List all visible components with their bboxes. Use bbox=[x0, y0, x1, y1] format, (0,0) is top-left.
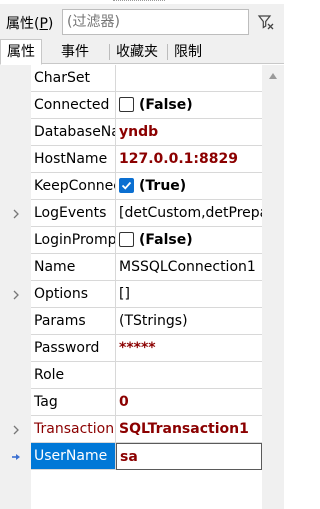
property-value[interactable]: yndb bbox=[116, 119, 262, 146]
tab-events[interactable]: 事件 bbox=[55, 41, 95, 65]
row-gutter bbox=[0, 119, 31, 146]
chevron-right-icon[interactable] bbox=[0, 281, 31, 308]
property-value-text: (False) bbox=[139, 232, 193, 248]
property-name[interactable]: DatabaseName bbox=[31, 119, 116, 146]
property-name[interactable]: KeepConnection bbox=[31, 173, 116, 200]
property-name[interactable]: Connected bbox=[31, 92, 116, 119]
property-row[interactable]: Name MSSQLConnection1 bbox=[0, 254, 262, 281]
property-value[interactable]: [] bbox=[116, 281, 262, 308]
property-value[interactable]: 0 bbox=[116, 389, 262, 416]
tab-properties[interactable]: 属性 bbox=[0, 39, 42, 65]
row-gutter bbox=[0, 173, 31, 200]
row-gutter bbox=[0, 92, 31, 119]
scroll-up-icon[interactable] bbox=[262, 65, 284, 87]
property-row[interactable]: Options[] bbox=[0, 281, 262, 308]
property-grid: CharSetConnected (False) DatabaseNameyndbH… bbox=[0, 65, 284, 509]
row-gutter bbox=[0, 254, 31, 281]
row-gutter bbox=[0, 362, 31, 389]
filter-label: 属性(P) bbox=[6, 16, 54, 32]
property-value[interactable] bbox=[116, 65, 262, 92]
property-name[interactable]: Params bbox=[31, 308, 116, 335]
filter-bar: 属性(P) bbox=[0, 4, 284, 38]
row-gutter bbox=[0, 308, 31, 335]
property-value[interactable]: (True) bbox=[116, 173, 262, 200]
property-name[interactable]: UserName bbox=[31, 443, 116, 470]
property-name[interactable]: Options bbox=[31, 281, 116, 308]
property-row[interactable]: Transaction SQLTransaction1 bbox=[0, 416, 262, 443]
property-value-text: (False) bbox=[139, 97, 193, 113]
property-row[interactable]: DatabaseNameyndb bbox=[0, 119, 262, 146]
property-name[interactable]: HostName bbox=[31, 146, 116, 173]
row-gutter bbox=[0, 227, 31, 254]
current-row-arrow-icon bbox=[0, 443, 31, 470]
row-gutter bbox=[0, 146, 31, 173]
property-row[interactable]: Role bbox=[0, 362, 262, 389]
property-value[interactable]: SQLTransaction1 bbox=[116, 416, 262, 443]
property-name[interactable]: CharSet bbox=[31, 65, 116, 92]
property-row[interactable]: Params (TStrings) bbox=[0, 308, 262, 335]
chevron-right-icon[interactable] bbox=[0, 200, 31, 227]
panel-grip[interactable] bbox=[113, 0, 165, 3]
property-row[interactable]: LogEvents[detCustom,detPrepare] bbox=[0, 200, 262, 227]
property-name[interactable]: Name bbox=[31, 254, 116, 281]
tab-bar: 属性 事件 收藏夹 限制 bbox=[0, 38, 284, 65]
checkbox-unchecked[interactable] bbox=[119, 231, 134, 247]
chevron-right-icon[interactable] bbox=[0, 416, 31, 443]
checkbox-checked[interactable] bbox=[119, 177, 134, 193]
vertical-scrollbar[interactable] bbox=[262, 65, 284, 509]
property-name[interactable]: Tag bbox=[31, 389, 116, 416]
filter-input[interactable] bbox=[62, 9, 249, 35]
property-row[interactable]: CharSet bbox=[0, 65, 262, 92]
property-value[interactable]: (False) bbox=[116, 92, 262, 119]
property-row[interactable]: Connected (False) bbox=[0, 92, 262, 119]
property-name[interactable]: LogEvents bbox=[31, 200, 116, 227]
property-row[interactable]: KeepConnection (True) bbox=[0, 173, 262, 200]
property-name[interactable]: Role bbox=[31, 362, 116, 389]
property-row[interactable]: Password ***** bbox=[0, 335, 262, 362]
row-gutter bbox=[0, 65, 31, 92]
tab-favorites[interactable]: 收藏夹 bbox=[110, 41, 164, 65]
property-value[interactable] bbox=[116, 362, 262, 389]
property-row[interactable]: HostName 127.0.0.1:8829 bbox=[0, 146, 262, 173]
property-value[interactable]: (False) bbox=[116, 227, 262, 254]
property-name[interactable]: Password bbox=[31, 335, 116, 362]
filter-clear-icon[interactable] bbox=[253, 9, 279, 35]
row-gutter bbox=[0, 389, 31, 416]
property-value[interactable]: 127.0.0.1:8829 bbox=[116, 146, 262, 173]
property-value[interactable]: (TStrings) bbox=[116, 308, 262, 335]
property-row[interactable]: LoginPrompt (False) bbox=[0, 227, 262, 254]
property-name[interactable]: LoginPrompt bbox=[31, 227, 116, 254]
property-value-text: (True) bbox=[139, 178, 187, 194]
property-row[interactable]: UserName sa bbox=[0, 443, 262, 470]
property-name[interactable]: Transaction bbox=[31, 416, 116, 443]
property-value[interactable]: [detCustom,detPrepare] bbox=[116, 200, 262, 227]
property-value[interactable]: ***** bbox=[116, 335, 262, 362]
property-row[interactable]: Tag 0 bbox=[0, 389, 262, 416]
checkbox-unchecked[interactable] bbox=[119, 96, 134, 112]
property-value[interactable]: MSSQLConnection1 bbox=[116, 254, 262, 281]
tab-restrictions[interactable]: 限制 bbox=[168, 41, 208, 65]
row-gutter bbox=[0, 335, 31, 362]
property-value[interactable]: sa bbox=[116, 443, 262, 470]
